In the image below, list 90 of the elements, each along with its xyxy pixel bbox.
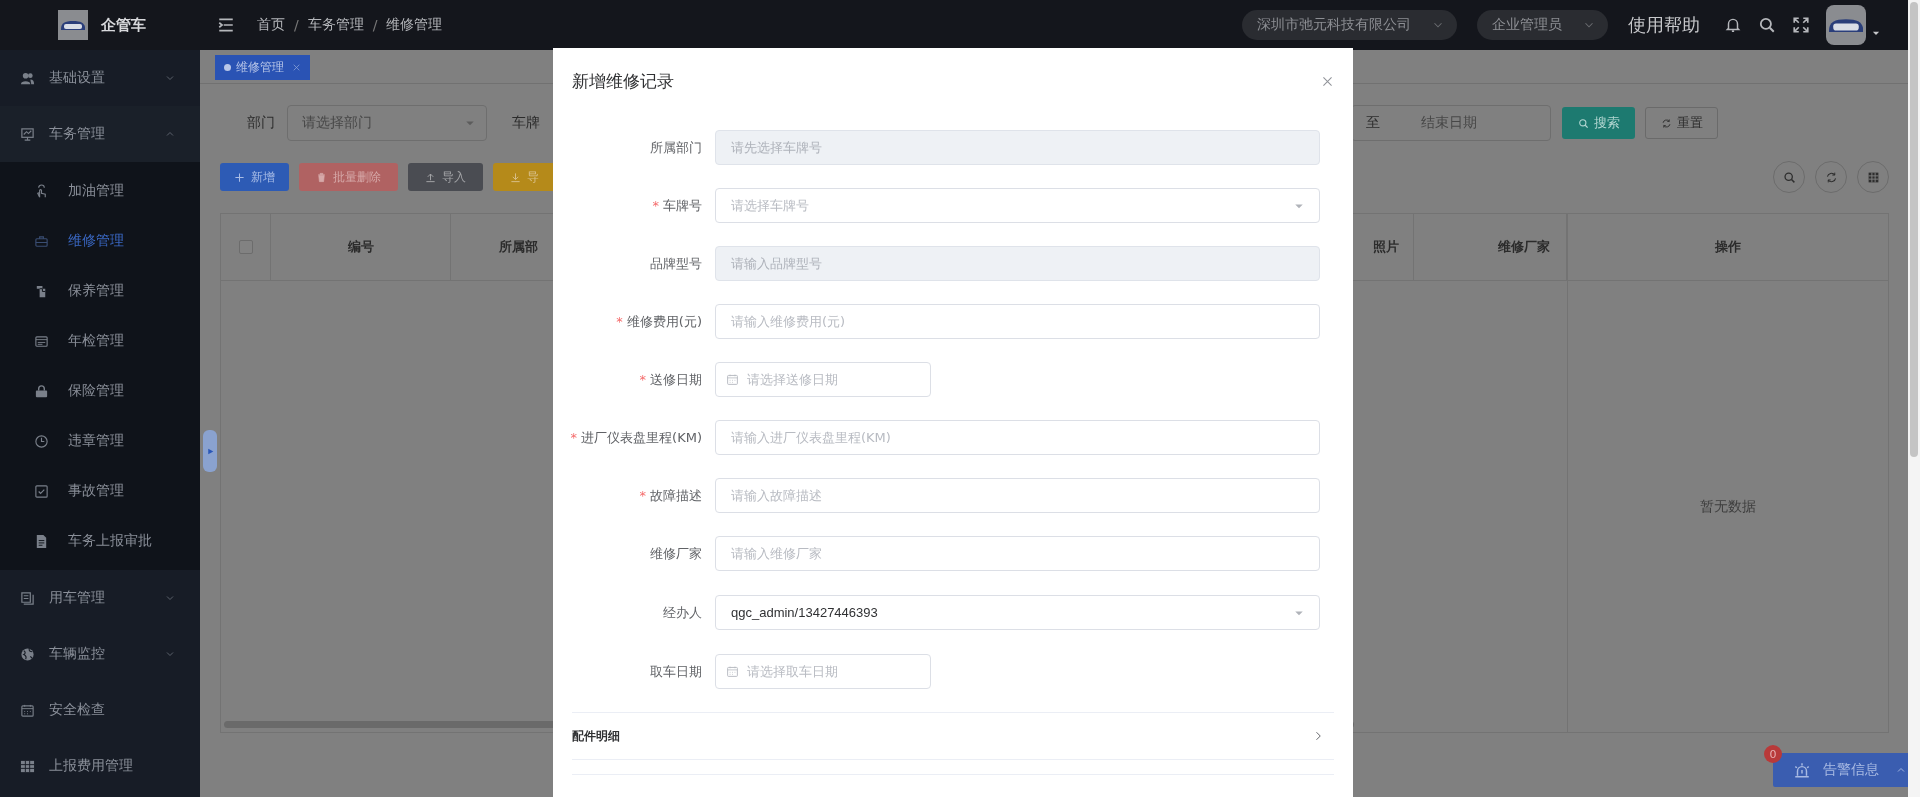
- breadcrumb-separator: /: [294, 17, 299, 33]
- sidebar-subitem[interactable]: 事故管理: [0, 466, 200, 516]
- sidebar-subitem[interactable]: 加油管理: [0, 166, 200, 216]
- users-icon: [20, 70, 35, 86]
- car-icon: [1829, 18, 1863, 32]
- alarm-icon: [1793, 761, 1811, 779]
- lock-icon: [34, 383, 49, 399]
- sidebar-item[interactable]: 安全检查: [0, 682, 200, 738]
- columns-icon: [1866, 170, 1880, 184]
- fullscreen-icon[interactable]: [1792, 16, 1810, 34]
- import-button[interactable]: 导入: [408, 163, 483, 191]
- company-select[interactable]: 深圳市弛元科技有限公司: [1242, 10, 1457, 40]
- field-label: * 送修日期: [639, 370, 702, 389]
- dialog-title: 新增维修记录: [572, 69, 674, 93]
- field-label: * 维修费用(元): [616, 312, 702, 331]
- sidebar-item[interactable]: 用车管理: [0, 570, 200, 626]
- field-label: 所属部门: [650, 138, 702, 157]
- collapse-handle[interactable]: [203, 430, 217, 472]
- field-label: 维修厂家: [650, 544, 702, 563]
- collapse-header[interactable]: 配件明细: [572, 712, 1334, 760]
- book-icon: [20, 590, 35, 606]
- sidebar-subitem[interactable]: 保险管理: [0, 366, 200, 416]
- sidebar-subitem[interactable]: 车务上报审批: [0, 516, 200, 566]
- sidebar-subitem[interactable]: 年检管理: [0, 316, 200, 366]
- add-button[interactable]: 新增: [220, 163, 289, 191]
- column-header: 操作: [1715, 238, 1741, 256]
- avatar[interactable]: [1826, 5, 1866, 45]
- filter-label: 部门: [247, 114, 275, 132]
- sidebar-subitem[interactable]: 维修管理: [0, 216, 200, 266]
- monitor-icon: [20, 126, 35, 142]
- close-icon[interactable]: [292, 63, 301, 72]
- column-header: 照片: [1373, 238, 1399, 256]
- input-field: 请输入品牌型号: [715, 246, 1320, 281]
- hand-icon: [34, 183, 49, 199]
- field-label: 取车日期: [650, 662, 702, 681]
- count-badge: 0: [1764, 745, 1782, 763]
- field-label: * 进厂仪表盘里程(KM): [570, 428, 702, 447]
- logo-icon: [57, 9, 89, 41]
- card-icon: [34, 333, 49, 349]
- globe-icon: [20, 646, 35, 662]
- search-icon[interactable]: [1758, 16, 1776, 34]
- calendar-icon: [726, 665, 739, 678]
- trash-icon: [316, 171, 327, 183]
- document-icon: [34, 533, 49, 549]
- column-header: 编号: [347, 238, 374, 256]
- close-icon[interactable]: [1321, 74, 1334, 88]
- clock-icon: [34, 433, 49, 449]
- field-label: * 故障描述: [639, 486, 702, 505]
- input-field: 请先选择车牌号: [715, 130, 1320, 165]
- scrollbar[interactable]: [1908, 0, 1920, 797]
- checkbox-icon: [34, 483, 49, 499]
- breadcrumb-item: 维修管理: [386, 16, 443, 34]
- reset-button[interactable]: 重置: [1645, 107, 1718, 139]
- plus-icon: [234, 171, 245, 183]
- briefcase-icon: [34, 233, 49, 249]
- field-label: 经办人: [663, 603, 702, 622]
- breadcrumb-item[interactable]: 首页: [257, 16, 285, 34]
- sidebar-item[interactable]: 车务管理: [0, 106, 200, 162]
- role-select[interactable]: 企业管理员: [1477, 10, 1608, 40]
- upload-icon: [425, 171, 436, 183]
- sidebar-subitem[interactable]: 保养管理: [0, 266, 200, 316]
- play-icon: [205, 446, 215, 456]
- column-header: 维修厂家: [1498, 238, 1550, 256]
- search-icon: [1782, 170, 1796, 184]
- filter-label: 车牌: [512, 114, 540, 132]
- app-name: 企管车: [101, 15, 146, 35]
- refresh-icon: [1824, 170, 1838, 184]
- refresh-icon: [1660, 117, 1672, 129]
- breadcrumb-item[interactable]: 车务管理: [307, 16, 364, 34]
- sidebar-item[interactable]: 车辆监控: [0, 626, 200, 682]
- breadcrumb-separator: /: [372, 17, 378, 33]
- menu-icon[interactable]: [217, 16, 235, 34]
- sidebar-item[interactable]: 基础设置: [0, 50, 200, 106]
- grid-icon: [20, 758, 35, 774]
- search-button[interactable]: 搜索: [1562, 107, 1635, 139]
- calendar-icon: [726, 373, 739, 386]
- empty-text: 暂无数据: [1700, 497, 1756, 516]
- download-icon: [510, 171, 521, 183]
- dot-icon: [224, 64, 231, 71]
- sidebar-subitem[interactable]: 违章管理: [0, 416, 200, 466]
- field-label: 品牌型号: [650, 254, 702, 273]
- sidebar-item[interactable]: 上报费用管理: [0, 738, 200, 794]
- select-field[interactable]: qgc_admin/13427446393: [715, 595, 1320, 630]
- notification-icon[interactable]: [1724, 16, 1742, 34]
- calendar-icon: [20, 702, 35, 718]
- help-link[interactable]: 使用帮助: [1628, 13, 1700, 37]
- column-header: 所属部: [499, 238, 538, 256]
- tab[interactable]: 维修管理: [215, 55, 310, 80]
- search-icon: [1577, 117, 1589, 129]
- field-label: * 车牌号: [652, 196, 702, 215]
